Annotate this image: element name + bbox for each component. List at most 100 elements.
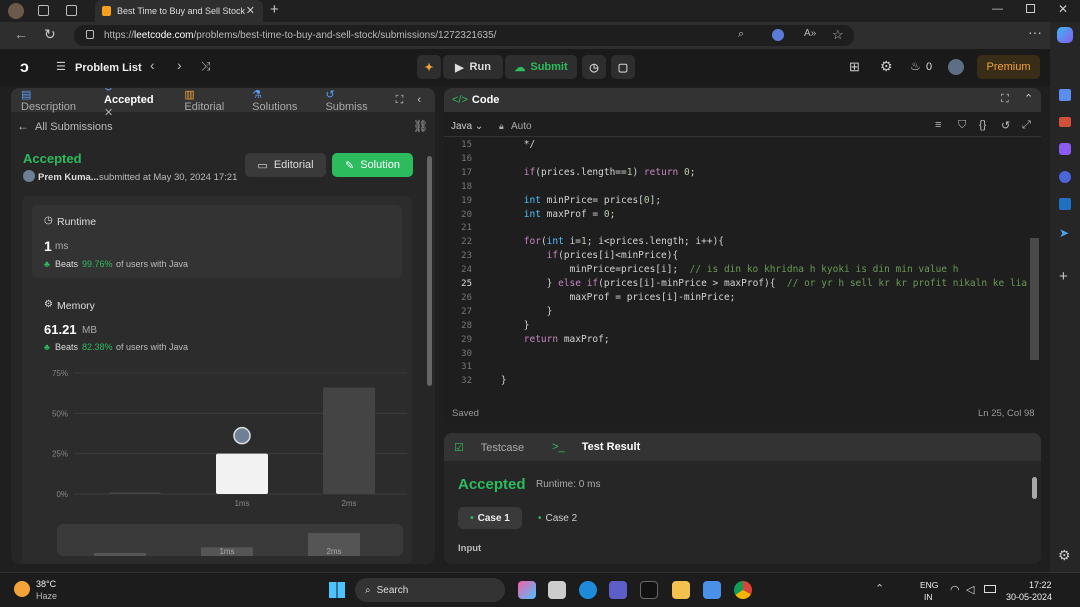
refresh-icon[interactable]: ↻: [44, 26, 56, 43]
leetcode-logo-icon[interactable]: ↄ: [20, 59, 29, 77]
close-window-icon[interactable]: ✕: [1058, 2, 1068, 16]
url-field[interactable]: https://leetcode.com/problems/best-time-…: [74, 25, 854, 46]
read-aloud-icon[interactable]: A»: [804, 28, 816, 39]
browser-tab[interactable]: Best Time to Buy and Sell Stock ✕: [95, 0, 263, 22]
debug-button[interactable]: ✦: [417, 55, 441, 79]
case-1-tab[interactable]: • Case 1: [458, 507, 522, 529]
profile-avatar[interactable]: [8, 3, 24, 19]
language-select[interactable]: Java ⌄: [451, 121, 483, 132]
reset-icon[interactable]: ↺: [1001, 119, 1010, 132]
prev-problem-icon[interactable]: ‹: [150, 57, 155, 73]
tab-description[interactable]: ▤ Description: [21, 88, 90, 113]
chart-bar[interactable]: [109, 492, 161, 494]
windows-start-icon[interactable]: [329, 582, 345, 598]
submit-label: Submit: [530, 61, 568, 73]
streak-fire-icon[interactable]: ♨: [910, 59, 921, 73]
teams-icon[interactable]: [609, 581, 627, 599]
add-icon[interactable]: +: [1059, 268, 1068, 285]
bookmark-icon[interactable]: ⛉: [958, 119, 966, 132]
braces-icon[interactable]: {}: [979, 119, 986, 131]
run-button[interactable]: ▶ Run: [443, 55, 503, 79]
file-manager-icon[interactable]: [548, 581, 566, 599]
auto-mode-label[interactable]: Auto: [511, 121, 532, 132]
lock-icon: 🔒︎: [499, 121, 504, 131]
format-icon[interactable]: ≡: [935, 119, 941, 131]
folder-icon[interactable]: [672, 581, 690, 599]
editor-scrollbar[interactable]: [1030, 238, 1039, 360]
collapse-icon[interactable]: ‹: [417, 94, 421, 106]
language-in[interactable]: IN: [924, 592, 933, 602]
send-icon[interactable]: ➤: [1059, 226, 1069, 240]
close-tab-icon[interactable]: ✕: [104, 107, 113, 119]
close-tab-icon[interactable]: ✕: [246, 4, 255, 17]
settings-gear-icon[interactable]: ⚙: [880, 58, 893, 75]
clock-date[interactable]: 30-05-2024: [1006, 592, 1052, 602]
result-scrollbar[interactable]: [1032, 477, 1037, 499]
outlook-icon[interactable]: [1059, 198, 1071, 210]
premium-button[interactable]: Premium: [977, 55, 1040, 79]
notes-button[interactable]: ▢: [611, 55, 635, 79]
taskbar-search[interactable]: ⌕ Search: [355, 578, 505, 602]
clock-time[interactable]: 17:22: [1029, 580, 1052, 590]
tab-editorial[interactable]: ▥ Editorial: [184, 88, 238, 113]
back-icon[interactable]: ←: [14, 26, 28, 42]
tab-submissions[interactable]: ↺ Submiss: [325, 88, 381, 113]
favorite-star-icon[interactable]: ☆: [832, 27, 844, 43]
zoom-icon[interactable]: ⌕: [738, 28, 744, 41]
submitted-time: submitted at May 30, 2024 17:21: [99, 172, 238, 183]
minimize-icon[interactable]: —: [992, 3, 1003, 15]
extension-icon[interactable]: [772, 29, 784, 41]
fullscreen-icon[interactable]: ⤢: [1022, 119, 1031, 132]
back-arrow-icon[interactable]: ←: [17, 119, 29, 133]
copilot-icon[interactable]: [1057, 27, 1073, 43]
copilot-app-icon[interactable]: [1059, 171, 1071, 183]
left-panel-scrollbar[interactable]: [427, 156, 432, 386]
editorial-button-label: Editorial: [273, 159, 314, 171]
tab-testcase[interactable]: ☑ Testcase: [454, 441, 538, 454]
editorial-button[interactable]: ▭ Editorial: [245, 153, 326, 177]
tag-icon[interactable]: [1059, 89, 1071, 101]
tray-chevron-icon[interactable]: ⌃: [875, 582, 884, 595]
tab-accepted[interactable]: ↺ Accepted ✕: [104, 88, 170, 119]
weather-icon[interactable]: [14, 581, 30, 597]
submitter-name[interactable]: Prem Kuma...: [38, 172, 99, 183]
gear-icon[interactable]: ⚙: [1058, 547, 1071, 564]
store-icon[interactable]: [703, 581, 721, 599]
tab-test-result[interactable]: >_ Test Result: [552, 441, 654, 453]
solution-button[interactable]: ✎ Solution: [332, 153, 413, 177]
problem-list-link[interactable]: Problem List: [75, 62, 142, 74]
tab-actions-icon[interactable]: [66, 5, 77, 16]
chart-bar[interactable]: [216, 453, 268, 494]
terminal-icon[interactable]: [640, 581, 658, 599]
timer-button[interactable]: ◷: [582, 55, 606, 79]
maximize-icon[interactable]: [1026, 4, 1035, 13]
battery-icon[interactable]: [984, 585, 996, 593]
next-problem-icon[interactable]: ›: [177, 57, 182, 73]
expand-icon[interactable]: ⛶: [396, 94, 404, 107]
y-tick-label: 75%: [52, 369, 68, 378]
share-link-icon[interactable]: ⛓: [413, 119, 428, 133]
new-tab-icon[interactable]: +: [270, 1, 279, 18]
wifi-icon[interactable]: ◠: [950, 583, 960, 596]
chart-bar[interactable]: [323, 387, 375, 494]
submit-button[interactable]: ☁ Submit: [505, 55, 577, 79]
edge-browser-icon[interactable]: [579, 581, 597, 599]
layout-icon[interactable]: ⊞: [849, 59, 860, 75]
language-eng[interactable]: ENG: [920, 580, 938, 590]
shuffle-icon[interactable]: ⤨: [201, 59, 211, 74]
copilot-taskbar-icon[interactable]: [518, 581, 536, 599]
user-avatar[interactable]: [948, 59, 964, 75]
tab-solutions[interactable]: ⚗ Solutions: [252, 88, 311, 113]
collapse-up-icon[interactable]: ⌃: [1024, 92, 1033, 105]
briefcase-icon[interactable]: [1059, 117, 1071, 127]
games-icon[interactable]: [1059, 143, 1071, 155]
expand-icon[interactable]: ⛶: [1001, 93, 1009, 106]
runtime-card[interactable]: ◷ Runtime 1 ms ♣ Beats 99.76% of users w…: [32, 205, 402, 278]
case-2-tab[interactable]: • Case 2: [538, 513, 577, 524]
chrome-icon[interactable]: [734, 581, 752, 599]
volume-icon[interactable]: ◁: [966, 583, 974, 596]
all-submissions-link[interactable]: All Submissions: [35, 121, 113, 133]
workspaces-icon[interactable]: [38, 5, 49, 16]
settings-dots-icon[interactable]: ···: [1028, 24, 1042, 40]
line-number: 18: [461, 181, 472, 192]
